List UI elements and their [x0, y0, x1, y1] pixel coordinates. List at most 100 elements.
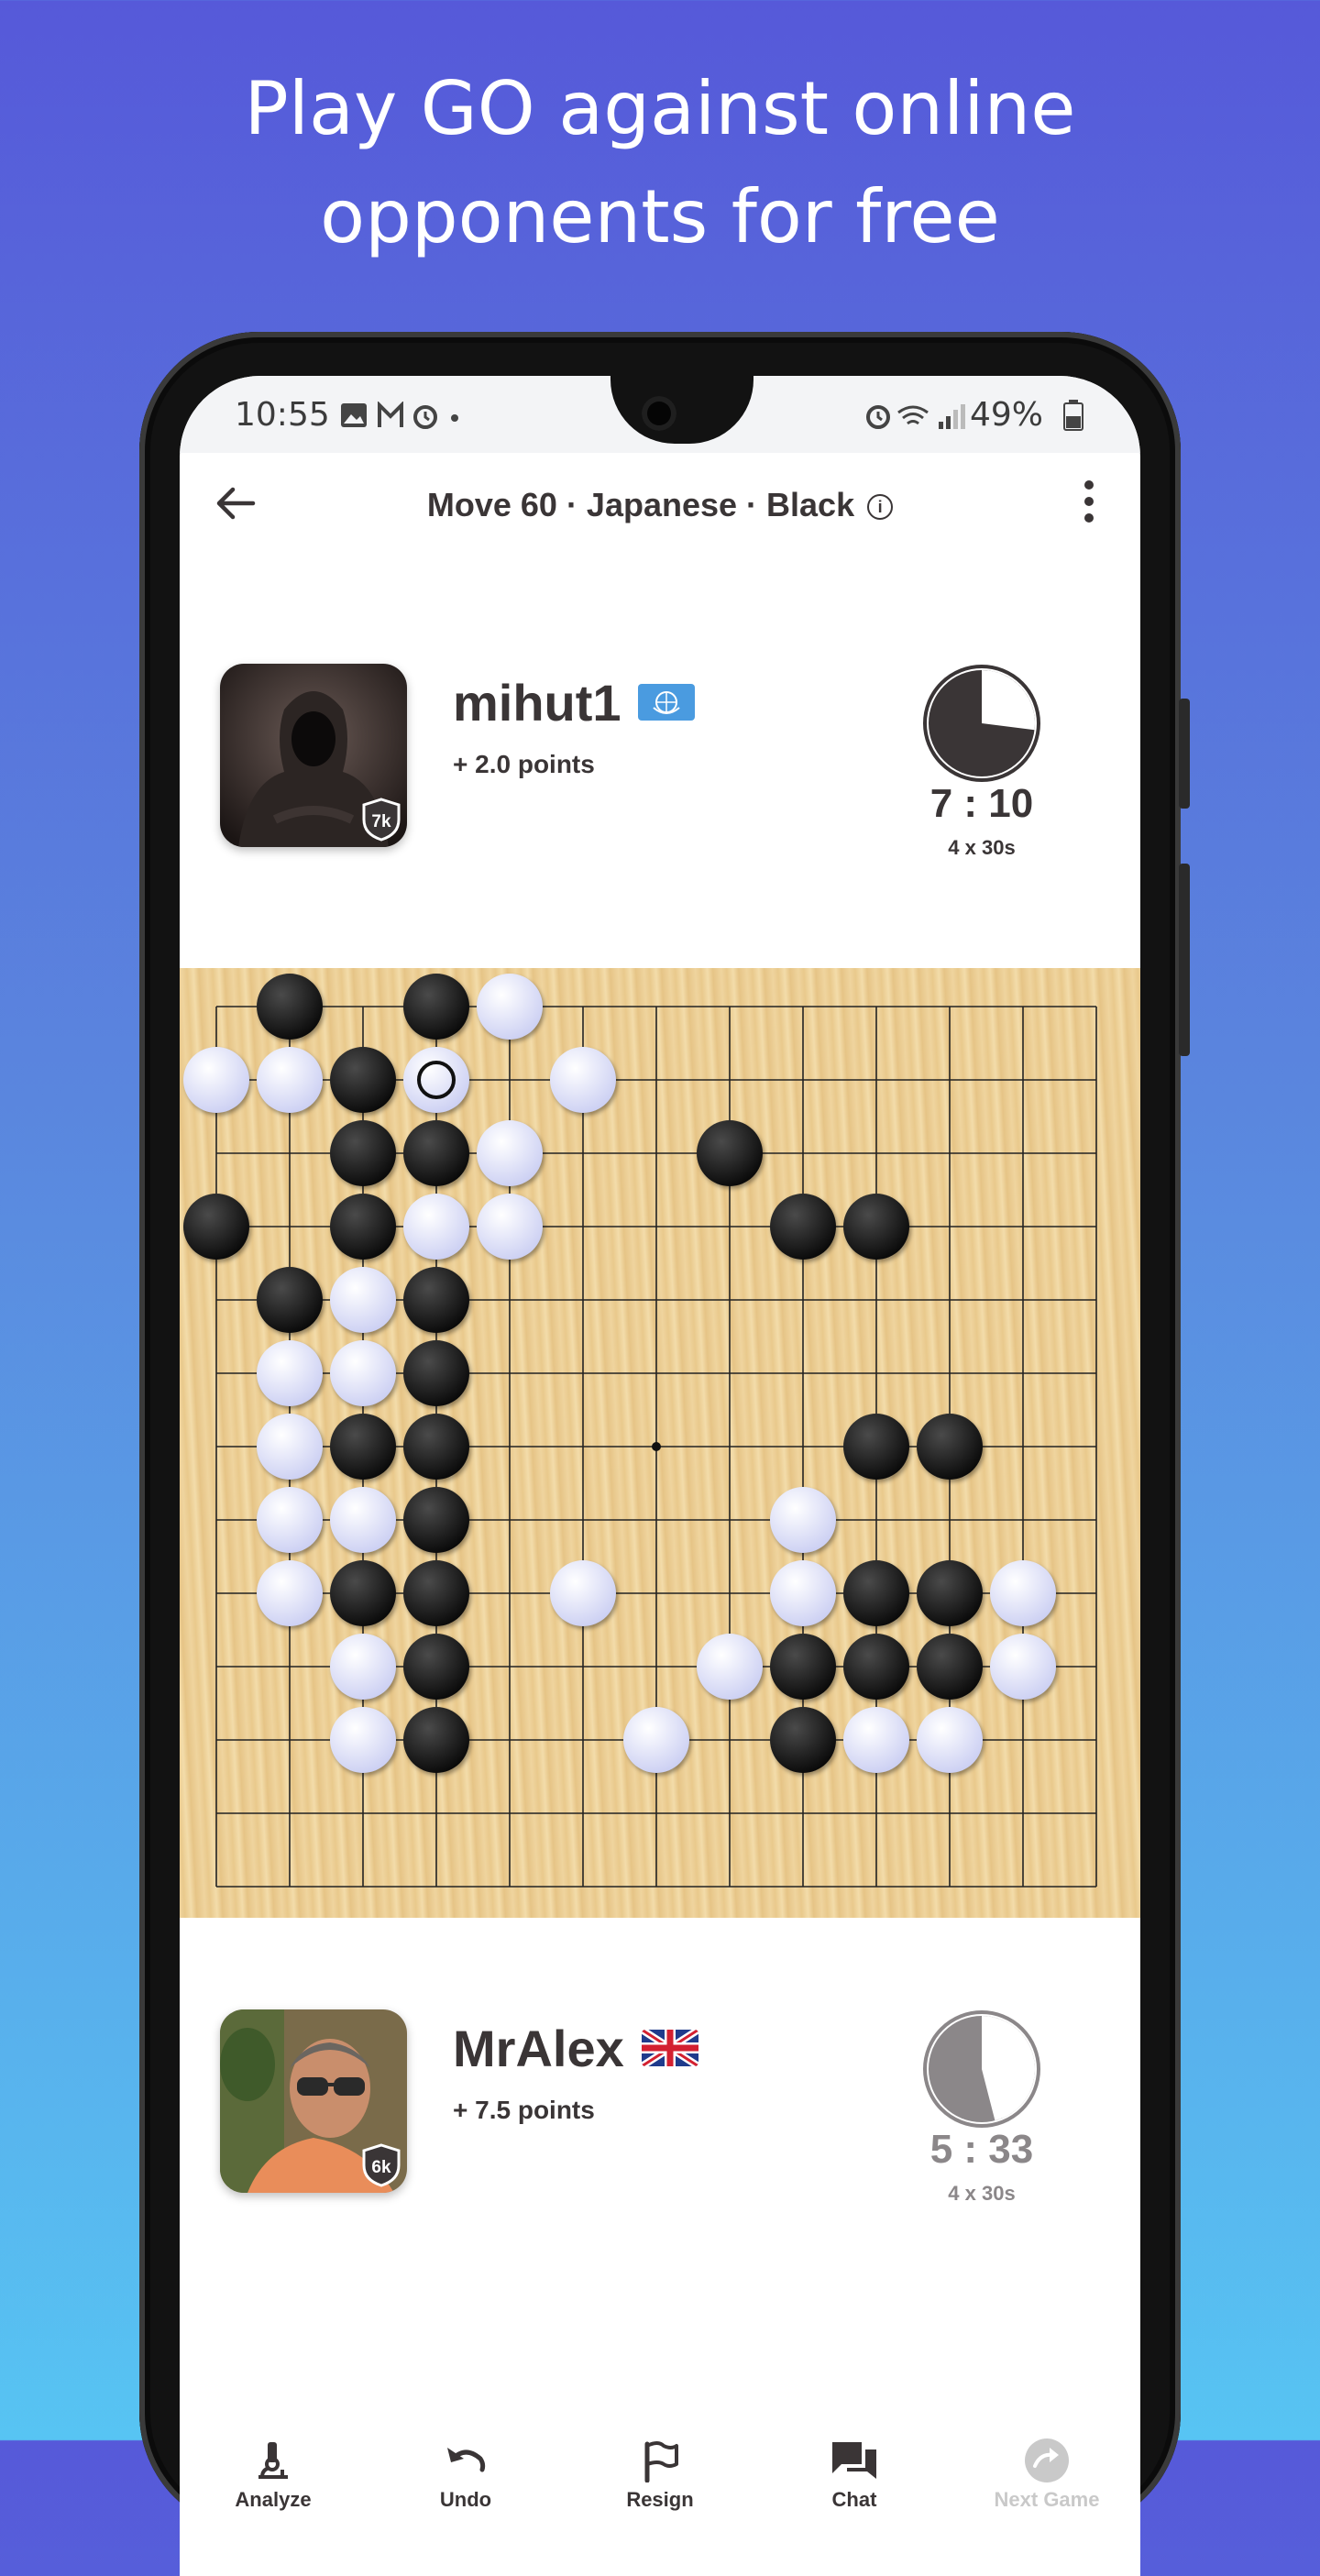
black-stone — [403, 1340, 469, 1406]
player-bottom-rank: 6k — [371, 2158, 391, 2177]
black-stone — [403, 1634, 469, 1700]
black-stone — [330, 1047, 396, 1113]
united-kingdom-flag-icon — [642, 2030, 698, 2066]
player-top-points: + 2.0 points — [453, 750, 595, 778]
battery-icon — [1063, 400, 1084, 438]
status-bar: 10:55 49% — [180, 376, 1140, 453]
black-stone — [843, 1634, 909, 1700]
black-stone — [770, 1634, 836, 1700]
player-bottom-time: 5 : 33 — [930, 2127, 1034, 2172]
white-stone — [330, 1634, 396, 1700]
black-stone — [183, 1194, 249, 1260]
nav-next-game-button[interactable]: Next Game — [955, 2438, 1138, 2512]
white-stone — [330, 1707, 396, 1773]
player-top-rank: 7k — [371, 812, 391, 831]
black-stone — [697, 1120, 763, 1186]
black-stone — [843, 1414, 909, 1480]
nav-undo-label: Undo — [439, 2488, 492, 2511]
black-stone — [330, 1414, 396, 1480]
black-stone — [403, 1707, 469, 1773]
info-icon[interactable]: i — [867, 494, 894, 520]
power-button — [1179, 864, 1190, 1056]
white-stone — [403, 1194, 469, 1260]
black-stone — [917, 1634, 983, 1700]
white-stone — [330, 1487, 396, 1553]
white-stone — [403, 1047, 469, 1113]
white-stone — [623, 1707, 689, 1773]
game-title: Move 60 · Japanese · Black i — [180, 486, 1140, 524]
white-stone — [477, 1120, 543, 1186]
bottom-navigation: Analyze Undo Resign Chat Next Game — [180, 2378, 1140, 2576]
status-time: 10:55 — [235, 396, 330, 434]
go-board[interactable] — [180, 968, 1140, 1918]
status-notification-icons — [337, 401, 512, 438]
black-stone — [257, 974, 323, 1040]
phone-frame: 10:55 49% Move 60 · Japanese · Black i 7… — [139, 332, 1190, 2576]
undo-icon — [447, 2448, 486, 2472]
battery-percentage: 49% — [970, 396, 1044, 434]
white-stone — [257, 1340, 323, 1406]
nav-undo-button[interactable]: Undo — [374, 2438, 557, 2512]
player-bottom-avatar[interactable]: 6k — [220, 2009, 407, 2193]
nav-resign-button[interactable]: Resign — [568, 2438, 752, 2512]
chat-icon — [832, 2442, 876, 2479]
camera-notch — [610, 376, 754, 444]
black-stone — [330, 1120, 396, 1186]
app-bar: Move 60 · Japanese · Black i — [180, 453, 1140, 554]
volume-button — [1179, 699, 1190, 809]
microscope-icon — [258, 2442, 288, 2479]
black-stone — [403, 1560, 469, 1626]
white-stone — [550, 1047, 616, 1113]
nav-chat-button[interactable]: Chat — [763, 2438, 946, 2512]
star-point — [652, 1442, 661, 1451]
more-options-icon[interactable] — [1084, 480, 1094, 526]
white-stone — [330, 1267, 396, 1333]
player-top-byoyomi: 4 x 30s — [948, 836, 1016, 859]
white-stone — [550, 1560, 616, 1626]
white-stone — [257, 1414, 323, 1480]
flag-icon — [644, 2441, 678, 2482]
go-board-grid[interactable] — [180, 968, 1140, 1918]
promo-headline: Play GO against online opponents for fre… — [0, 55, 1320, 271]
player-bottom-name: MrAlex — [453, 2020, 624, 2077]
black-stone — [330, 1194, 396, 1260]
player-bottom-points: + 7.5 points — [453, 2096, 595, 2124]
promo-line-1: Play GO against online — [244, 66, 1076, 151]
white-stone — [477, 974, 543, 1040]
white-stone — [330, 1340, 396, 1406]
game-title-text: Move 60 · Japanese · Black — [426, 486, 855, 523]
promo-line-2: opponents for free — [320, 174, 1000, 259]
white-stone — [697, 1634, 763, 1700]
player-top-avatar[interactable]: 7k — [220, 664, 407, 847]
next-game-icon — [1025, 2438, 1069, 2482]
black-stone — [770, 1707, 836, 1773]
black-stone — [403, 1487, 469, 1553]
nav-next-game-label: Next Game — [994, 2488, 1100, 2511]
black-stone — [403, 1267, 469, 1333]
player-top-panel: 7k mihut1 + 2.0 points 7 : 10 4 x 30s — [180, 664, 1140, 865]
nav-analyze-button[interactable]: Analyze — [182, 2438, 365, 2512]
player-top-name: mihut1 — [453, 674, 622, 732]
black-stone — [843, 1194, 909, 1260]
white-stone — [990, 1634, 1056, 1700]
player-top-time: 7 : 10 — [930, 781, 1034, 826]
white-stone — [477, 1194, 543, 1260]
white-stone — [257, 1560, 323, 1626]
white-stone — [770, 1487, 836, 1553]
phone-screen: 10:55 49% Move 60 · Japanese · Black i 7… — [180, 376, 1140, 2576]
white-stone — [257, 1047, 323, 1113]
white-stone — [770, 1560, 836, 1626]
white-stone — [843, 1707, 909, 1773]
white-stone — [257, 1487, 323, 1553]
united-nations-flag-icon — [638, 684, 695, 721]
black-stone — [917, 1414, 983, 1480]
black-stone — [403, 974, 469, 1040]
nav-analyze-label: Analyze — [235, 2488, 312, 2511]
white-stone — [917, 1707, 983, 1773]
player-top-clock-icon — [923, 665, 1040, 782]
black-stone — [330, 1560, 396, 1626]
black-stone — [403, 1414, 469, 1480]
status-system-icons — [865, 402, 966, 438]
front-camera — [642, 396, 676, 431]
black-stone — [843, 1560, 909, 1626]
